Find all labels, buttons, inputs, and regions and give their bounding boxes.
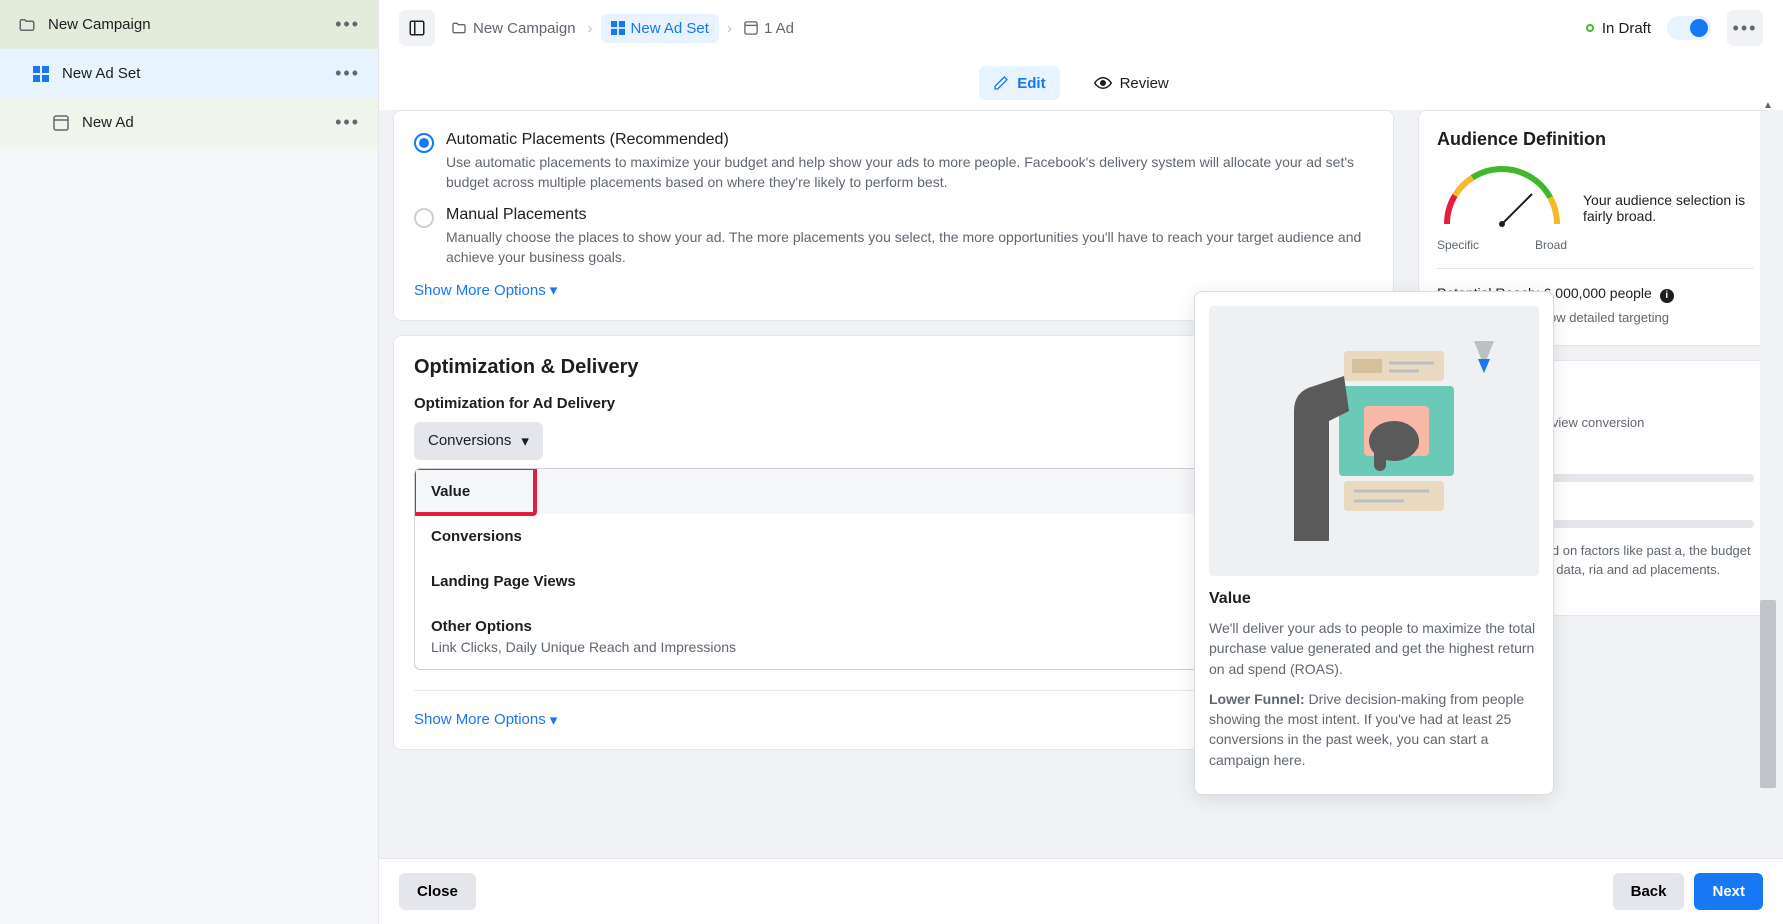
manual-placements-title: Manual Placements — [446, 206, 1373, 224]
next-button[interactable]: Next — [1694, 873, 1763, 910]
mode-tabs: Edit Review — [379, 56, 1783, 110]
sidebar-adset-label: New Ad Set — [62, 65, 140, 82]
chevron-right-icon: › — [588, 20, 593, 37]
main-panel: New Campaign › New Ad Set › 1 Ad In Draf… — [379, 0, 1783, 924]
audience-gauge: Specific Broad — [1437, 164, 1567, 252]
value-tooltip-popover: Value We'll deliver your ads to people t… — [1194, 291, 1554, 795]
left-sidebar: New Campaign ••• New Ad Set ••• New Ad •… — [0, 0, 379, 924]
sidebar-item-adset[interactable]: New Ad Set ••• — [0, 49, 378, 98]
sidebar-item-campaign[interactable]: New Campaign ••• — [0, 0, 378, 49]
footer-bar: Close Back Next — [379, 858, 1783, 924]
draft-status: In Draft — [1586, 20, 1651, 37]
scrollbar[interactable]: ▲ ▼ — [1753, 100, 1783, 874]
show-more-optimization-link[interactable]: Show More Options ▾ — [414, 711, 557, 729]
caret-down-icon: ▾ — [521, 432, 529, 450]
more-menu-button[interactable]: ••• — [1727, 10, 1763, 46]
sidebar-item-ad[interactable]: New Ad ••• — [0, 98, 378, 147]
tab-edit[interactable]: Edit — [979, 66, 1059, 100]
panel-toggle-button[interactable] — [399, 10, 435, 46]
show-more-placements-link[interactable]: Show More Options ▾ — [414, 281, 557, 299]
caret-down-icon: ▾ — [550, 281, 558, 299]
popover-p2: Lower Funnel: Drive decision-making from… — [1209, 689, 1539, 770]
more-icon[interactable]: ••• — [335, 63, 360, 84]
audience-text: Your audience selection is fairly broad. — [1583, 192, 1754, 224]
radio-manual-placements[interactable] — [414, 208, 434, 228]
sidebar-ad-label: New Ad — [82, 114, 134, 131]
caret-down-icon: ▾ — [550, 711, 558, 729]
tab-review[interactable]: Review — [1080, 66, 1183, 100]
chevron-right-icon: › — [727, 20, 732, 37]
more-icon[interactable]: ••• — [335, 14, 360, 35]
more-icon[interactable]: ••• — [335, 112, 360, 133]
auto-placements-desc: Use automatic placements to maximize you… — [446, 153, 1373, 192]
manual-placements-desc: Manually choose the places to show your … — [446, 228, 1373, 267]
auto-placements-title: Automatic Placements (Recommended) — [446, 131, 1373, 149]
ad-icon — [52, 114, 70, 132]
scroll-up-icon[interactable]: ▲ — [1763, 100, 1773, 111]
audience-title: Audience Definition — [1437, 129, 1754, 150]
topbar: New Campaign › New Ad Set › 1 Ad In Draf… — [379, 0, 1783, 56]
status-dot-icon — [1586, 24, 1594, 32]
grid-icon — [32, 65, 50, 83]
sidebar-campaign-label: New Campaign — [48, 16, 151, 33]
optimization-dropdown[interactable]: Conversions ▾ — [414, 422, 543, 460]
breadcrumb-adset[interactable]: New Ad Set — [601, 14, 719, 43]
breadcrumb: New Campaign › New Ad Set › 1 Ad — [447, 14, 798, 43]
folder-icon — [18, 16, 36, 34]
placements-card: Automatic Placements (Recommended) Use a… — [393, 110, 1394, 321]
back-button[interactable]: Back — [1613, 873, 1685, 910]
breadcrumb-campaign[interactable]: New Campaign — [447, 14, 580, 43]
popover-title: Value — [1209, 590, 1539, 608]
radio-automatic-placements[interactable] — [414, 133, 434, 153]
popover-illustration — [1209, 306, 1539, 576]
status-toggle[interactable] — [1667, 16, 1711, 40]
popover-p1: We'll deliver your ads to people to maxi… — [1209, 618, 1539, 679]
info-icon[interactable]: i — [1660, 289, 1674, 303]
breadcrumb-ad[interactable]: 1 Ad — [740, 14, 798, 43]
close-button[interactable]: Close — [399, 873, 476, 910]
